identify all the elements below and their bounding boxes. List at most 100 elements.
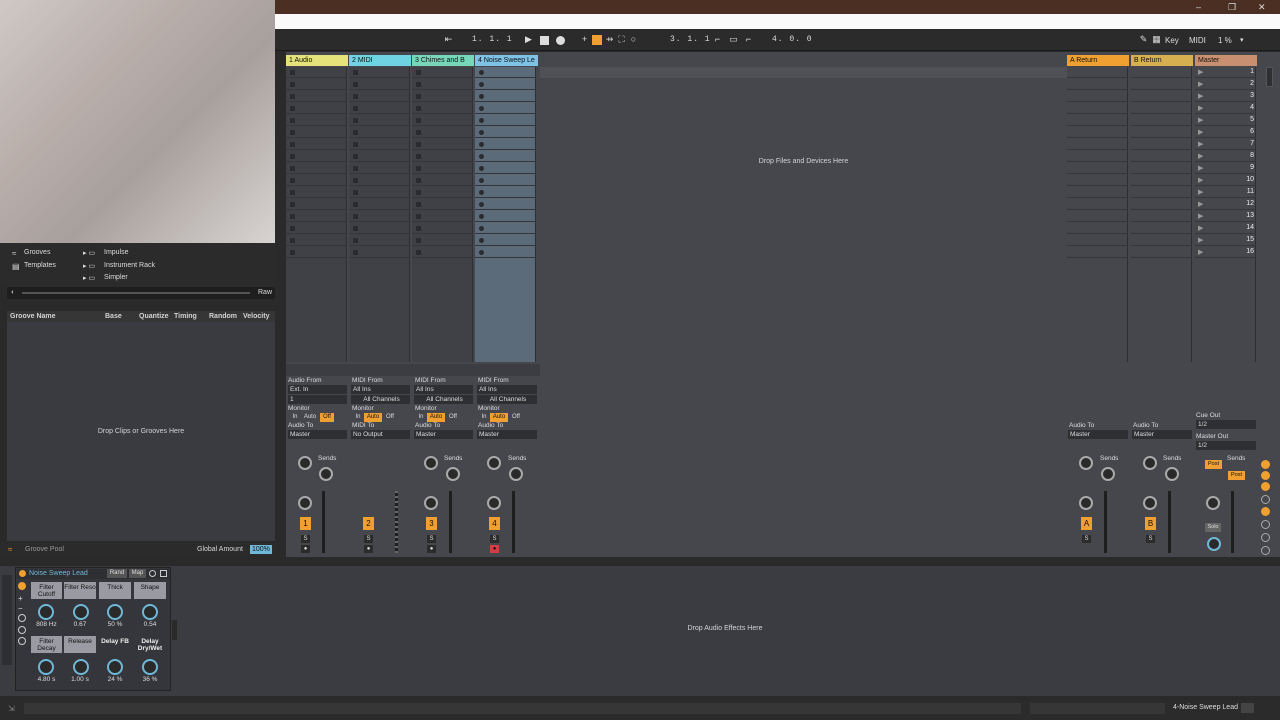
- clip-slot[interactable]: [286, 103, 347, 114]
- send-a-knob[interactable]: [298, 456, 312, 470]
- scene-number[interactable]: 12: [1238, 200, 1254, 207]
- scene-number[interactable]: 11: [1238, 188, 1254, 195]
- clip-stop-icon[interactable]: [290, 250, 295, 255]
- chain-list-icon[interactable]: [18, 614, 26, 622]
- macro-knob[interactable]: [73, 659, 89, 675]
- clip-stop-icon[interactable]: [290, 118, 295, 123]
- send-a-knob[interactable]: [487, 456, 501, 470]
- delay-toggle-icon[interactable]: [1261, 520, 1270, 529]
- global-amount-value[interactable]: 100%: [250, 545, 272, 554]
- clip-slot[interactable]: [412, 211, 473, 222]
- clip-slot[interactable]: [286, 79, 347, 90]
- punch-out-icon[interactable]: ⌐: [743, 34, 754, 45]
- io-toggle-icon[interactable]: [1261, 460, 1270, 469]
- pan-knob[interactable]: [424, 496, 438, 510]
- scene-launch-icon[interactable]: ▶: [1198, 92, 1203, 100]
- send-b-knob[interactable]: [1101, 467, 1115, 481]
- clip-slot[interactable]: [475, 91, 536, 102]
- mixer-toggle-icon[interactable]: [1261, 495, 1270, 504]
- pencil-icon[interactable]: ✎: [1138, 34, 1149, 45]
- clip-slot[interactable]: [286, 115, 347, 126]
- send-a-knob[interactable]: [1143, 456, 1157, 470]
- clip-record-icon[interactable]: [479, 130, 484, 135]
- clip-stop-icon[interactable]: [353, 106, 358, 111]
- monitor-off-button[interactable]: Off: [320, 413, 334, 422]
- clip-stop-icon[interactable]: [290, 82, 295, 87]
- midi-to-select[interactable]: No Output: [351, 430, 410, 439]
- xfade-toggle-icon[interactable]: [1261, 507, 1270, 516]
- browser-item-grooves[interactable]: Grooves: [24, 249, 50, 256]
- clip-stop-icon[interactable]: [353, 94, 358, 99]
- device-title[interactable]: Noise Sweep Lead: [29, 570, 88, 577]
- pan-knob[interactable]: [487, 496, 501, 510]
- scene-number[interactable]: 13: [1238, 212, 1254, 219]
- clip-slot[interactable]: [475, 127, 536, 138]
- clip-slot[interactable]: [475, 175, 536, 186]
- clip-stop-icon[interactable]: [416, 94, 421, 99]
- hot-swap-icon[interactable]: [149, 570, 156, 577]
- clip-record-icon[interactable]: [479, 106, 484, 111]
- pan-knob[interactable]: [298, 496, 312, 510]
- clip-slot[interactable]: [349, 247, 410, 258]
- solo-button[interactable]: S: [427, 535, 436, 543]
- monitor-off-button[interactable]: Off: [509, 413, 523, 422]
- add-macro-icon[interactable]: +: [18, 594, 23, 603]
- clip-stop-icon[interactable]: [353, 70, 358, 75]
- clip-stop-icon[interactable]: [353, 142, 358, 147]
- scene-number[interactable]: 7: [1238, 140, 1254, 147]
- clip-record-icon[interactable]: [479, 82, 484, 87]
- map-button[interactable]: Map: [129, 569, 146, 578]
- midi-from-select[interactable]: All Ins: [477, 385, 537, 394]
- clip-record-icon[interactable]: [479, 94, 484, 99]
- clip-record-icon[interactable]: [479, 250, 484, 255]
- solo-button[interactable]: S: [1082, 535, 1091, 543]
- clip-slot[interactable]: [412, 187, 473, 198]
- sends-toggle-icon[interactable]: [1261, 471, 1270, 480]
- track-activator-3[interactable]: 3: [426, 517, 437, 530]
- stop-icon[interactable]: [540, 36, 549, 45]
- chain-device-icon[interactable]: [18, 637, 26, 645]
- clip-slot[interactable]: [412, 79, 473, 90]
- clip-slot[interactable]: [412, 151, 473, 162]
- clip-slot[interactable]: [286, 211, 347, 222]
- monitor-off-button[interactable]: Off: [383, 413, 397, 422]
- scene-launch-icon[interactable]: ▶: [1198, 116, 1203, 124]
- macro-knob[interactable]: [107, 659, 123, 675]
- clip-slot[interactable]: [349, 235, 410, 246]
- clip-stop-icon[interactable]: [416, 250, 421, 255]
- macro-toggle-icon[interactable]: [18, 582, 26, 590]
- clip-stop-icon[interactable]: [290, 214, 295, 219]
- browser-item-simpler[interactable]: Simpler: [104, 274, 128, 281]
- pan-knob[interactable]: [1079, 496, 1093, 510]
- scene-launch-icon[interactable]: ▶: [1198, 104, 1203, 112]
- scene-launch-icon[interactable]: ▶: [1198, 248, 1203, 256]
- clip-slot[interactable]: [475, 139, 536, 150]
- headphones-icon[interactable]: ◐: [11, 289, 15, 296]
- clip-record-icon[interactable]: [479, 190, 484, 195]
- midi-channel-select[interactable]: All Channels: [414, 395, 473, 404]
- device-on-icon[interactable]: [19, 570, 26, 577]
- clip-record-icon[interactable]: [479, 166, 484, 171]
- clip-stop-icon[interactable]: [416, 70, 421, 75]
- clip-stop-row[interactable]: [286, 364, 540, 376]
- monitor-off-button[interactable]: Off: [446, 413, 460, 422]
- clip-slot[interactable]: [475, 103, 536, 114]
- key-map-button[interactable]: Key: [1165, 36, 1179, 45]
- cue-volume-knob[interactable]: [1207, 537, 1221, 551]
- automation-arm-icon[interactable]: [592, 35, 602, 45]
- clip-stop-icon[interactable]: [416, 178, 421, 183]
- macro-knob[interactable]: [73, 604, 89, 620]
- clip-column-4[interactable]: [475, 67, 536, 362]
- punch-in-icon[interactable]: ⌐: [712, 34, 723, 45]
- clip-slot[interactable]: [349, 91, 410, 102]
- clip-stop-icon[interactable]: [353, 190, 358, 195]
- clip-stop-icon[interactable]: [290, 238, 295, 243]
- clip-slot[interactable]: [475, 235, 536, 246]
- clip-slot[interactable]: [349, 223, 410, 234]
- arm-button[interactable]: ●: [364, 545, 373, 553]
- audio-to-select[interactable]: Master: [1068, 430, 1128, 439]
- clip-slot[interactable]: [286, 163, 347, 174]
- browser-item-impulse[interactable]: Impulse: [104, 249, 129, 256]
- clip-stop-icon[interactable]: [353, 202, 358, 207]
- collapse-icon[interactable]: ⇲: [8, 704, 15, 713]
